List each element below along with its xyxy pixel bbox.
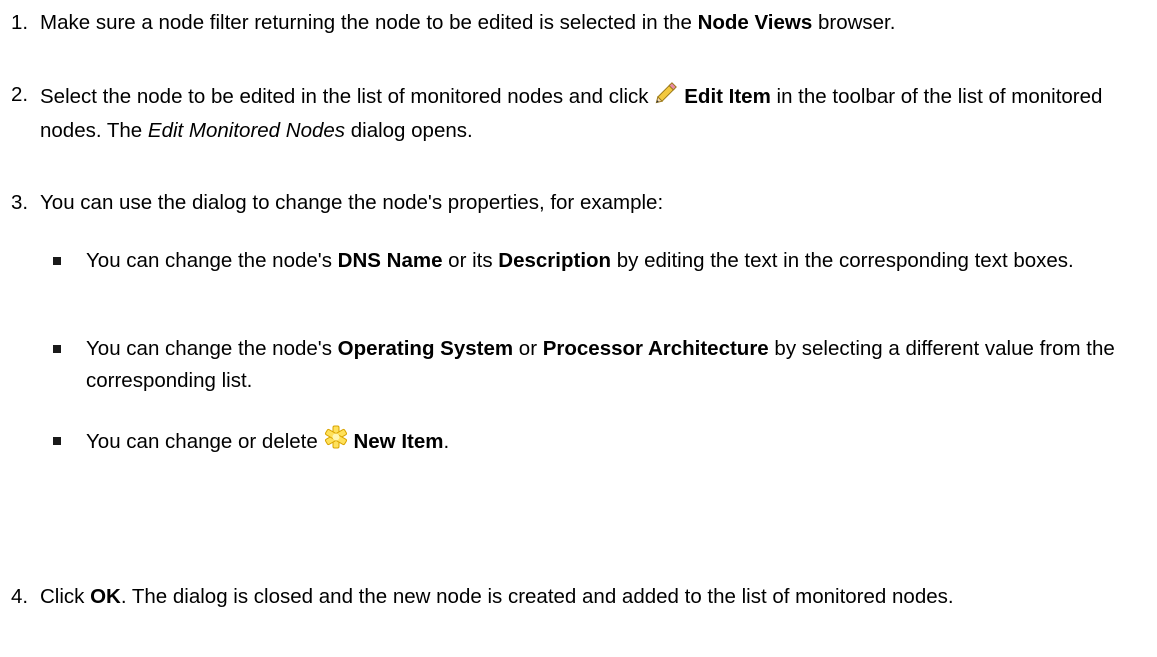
new-item-term: New Item <box>353 430 444 453</box>
dns-name-term: DNS Name <box>337 249 443 272</box>
operating-system-term: Operating System <box>337 337 514 360</box>
node-views-term: Node Views <box>697 11 813 34</box>
bullet-item-1: You can change the node's DNS Name or it… <box>40 245 1150 277</box>
step-2: 2. Select the node to be edited in the l… <box>0 79 1150 147</box>
step-1: 1. Make sure a node filter returning the… <box>0 7 1150 39</box>
bullet-text: You can change the node's Operating Syst… <box>86 337 1115 392</box>
bullet-item-3: You can change or delete New Item. <box>40 421 1150 464</box>
dialog-name: Edit Monitored Nodes <box>147 119 346 142</box>
step-text: Select the node to be edited in the list… <box>40 79 1150 147</box>
step-text: Make sure a node filter returning the no… <box>40 11 896 34</box>
ok-term: OK <box>90 585 121 608</box>
new-item-icon <box>323 423 349 464</box>
edit-item-term: Edit Item <box>684 85 771 108</box>
step-number: 3. <box>11 191 29 214</box>
bullet-text: You can change the node's DNS Name or it… <box>86 249 1074 272</box>
step-number: 1. <box>11 11 29 34</box>
pencil-icon <box>654 79 680 115</box>
description-term: Description <box>498 249 612 272</box>
processor-architecture-term: Processor Architecture <box>542 337 769 360</box>
step-text: You can use the dialog to change the nod… <box>40 191 664 214</box>
bullet-item-2: You can change the node's Operating Syst… <box>40 333 1150 397</box>
bullet-text: You can change or delete New Item. <box>86 421 1150 464</box>
step-4: 4. Click OK. The dialog is closed and th… <box>0 581 1150 613</box>
step-3: 3. You can use the dialog to change the … <box>0 187 1150 219</box>
step-text: Click OK. The dialog is closed and the n… <box>40 585 954 608</box>
step-number: 2. <box>11 83 29 106</box>
step-number: 4. <box>11 585 29 608</box>
bullet-marker <box>53 437 61 445</box>
bullet-marker <box>53 257 61 265</box>
bullet-marker <box>53 345 61 353</box>
